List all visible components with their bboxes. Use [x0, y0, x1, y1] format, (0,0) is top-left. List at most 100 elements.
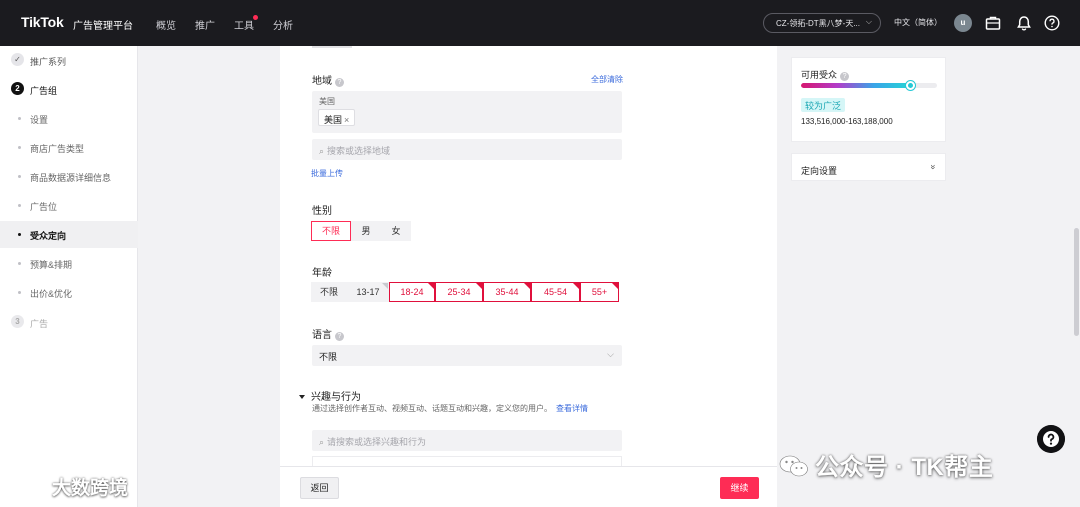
- age-option-label: 25-34: [447, 287, 471, 297]
- interests-search-input[interactable]: ⌕ 请搜索或选择兴趣和行为: [312, 430, 622, 451]
- double-chevron-down-icon: »: [928, 164, 939, 170]
- wechat-icon: [779, 455, 808, 477]
- sidebar-item-ad-group[interactable]: 2 广告组: [0, 76, 138, 103]
- sidebar-item-campaign[interactable]: ✓ 推广系列: [0, 47, 138, 74]
- sidebar-item-label: 推广系列: [30, 57, 67, 67]
- form-footer: 返回 继续: [280, 466, 777, 507]
- targeting-form: 地域? 全部清除 美国 美国 × ⌕ 搜索或选择地域 批量上传 性别 不限 男 女 …: [280, 46, 777, 466]
- language-label: 语言?: [312, 326, 344, 341]
- corner-check-icon: [428, 283, 434, 289]
- help-icon[interactable]: [1043, 14, 1061, 32]
- sidebar-item-label: 出价&优化: [30, 289, 73, 299]
- sidebar-item-label: 广告组: [30, 86, 58, 96]
- watermark-left-text: 大数跨境: [52, 478, 129, 499]
- audience-range: 133,516,000-163,188,000: [801, 117, 893, 126]
- bullet-icon: [18, 117, 21, 120]
- gender-option-female[interactable]: 女: [381, 221, 411, 241]
- corner-check-icon: [524, 283, 530, 289]
- back-button[interactable]: 返回: [300, 477, 339, 499]
- step-complete-check-icon: ✓: [11, 53, 24, 66]
- sidebar-item-shop-ads-type[interactable]: 商店广告类型: [0, 134, 138, 161]
- age-option-25-34[interactable]: 25-34: [435, 282, 483, 302]
- nav-promote[interactable]: 推广: [195, 17, 215, 32]
- age-option-label: 55+: [591, 287, 608, 297]
- info-icon[interactable]: ?: [840, 72, 850, 81]
- gender-label: 性别: [312, 206, 332, 217]
- corner-check-icon: [476, 283, 482, 289]
- audience-meter: [801, 83, 937, 88]
- watermark-right-text: 公众号 · TK帮主: [815, 454, 994, 481]
- continue-button[interactable]: 继续: [720, 477, 759, 499]
- age-option-55-plus[interactable]: 55+: [580, 282, 619, 302]
- account-selector[interactable]: CZ-领拓-DT黑八梦-天... ⌵: [763, 13, 881, 33]
- sidebar-item-ad[interactable]: 3 广告: [0, 309, 138, 336]
- language-select[interactable]: 不限 ⌵: [312, 345, 622, 366]
- bullet-icon: [18, 262, 21, 265]
- gender-option-male[interactable]: 男: [351, 221, 381, 241]
- interests-section-toggle[interactable]: 兴趣与行为: [299, 388, 361, 403]
- age-option-13-17[interactable]: 13-17: [347, 282, 389, 302]
- sidebar-item-label: 设置: [30, 115, 49, 125]
- clear-all-link[interactable]: 全部清除: [591, 74, 623, 85]
- corner-mark-icon: [382, 283, 388, 289]
- sidebar-item-budget-schedule[interactable]: 预算&排期: [0, 250, 138, 277]
- age-label: 年龄: [312, 268, 332, 279]
- gender-option-any[interactable]: 不限: [311, 221, 351, 241]
- age-option-45-54[interactable]: 45-54: [531, 282, 580, 302]
- interests-list-box: [312, 456, 622, 466]
- view-details-link[interactable]: 查看详情: [556, 404, 588, 413]
- remove-tag-icon[interactable]: ×: [344, 115, 349, 125]
- nav-overview[interactable]: 概览: [156, 17, 176, 32]
- region-tag: 美国 ×: [318, 109, 356, 126]
- interests-description-text: 通过选择创作者互动、视频互动、话题互动和兴趣，定义您的用户。: [312, 404, 552, 413]
- selected-regions-box: 美国 美国 ×: [312, 91, 622, 133]
- gender-selector: 不限 男 女: [311, 221, 411, 241]
- briefcase-icon[interactable]: [984, 14, 1002, 32]
- bullet-icon: [18, 175, 21, 178]
- help-button[interactable]: [1037, 425, 1065, 453]
- avatar[interactable]: u: [954, 14, 972, 32]
- bulk-upload-link[interactable]: 批量上传: [311, 168, 343, 179]
- region-search-input[interactable]: ⌕ 搜索或选择地域: [312, 139, 622, 160]
- page-scrollbar[interactable]: [1074, 228, 1079, 336]
- audience-meter-indicator: [905, 81, 915, 90]
- age-option-18-24[interactable]: 18-24: [389, 282, 435, 302]
- bullet-icon: [18, 146, 21, 149]
- language-select-value: 不限: [319, 352, 338, 362]
- info-icon[interactable]: ?: [335, 78, 344, 87]
- nav-analytics[interactable]: 分析: [273, 17, 293, 32]
- age-option-35-44[interactable]: 35-44: [483, 282, 531, 302]
- bell-icon[interactable]: [1015, 14, 1033, 32]
- interests-search-placeholder: 请搜索或选择兴趣和行为: [327, 437, 427, 447]
- nav-tools[interactable]: 工具: [234, 17, 254, 32]
- sidebar-item-placement[interactable]: 广告位: [0, 192, 138, 219]
- age-selector: 不限 13-17 18-24 25-34 35-44 45-54 55+: [311, 282, 619, 302]
- sidebar-item-label: 预算&排期: [30, 260, 73, 270]
- search-icon: ⌕: [319, 146, 325, 156]
- age-option-any[interactable]: 不限: [311, 282, 347, 302]
- targeting-settings-title: 定向设置: [801, 166, 838, 176]
- audience-breadth-badge: 较为广泛: [801, 98, 846, 112]
- tiktok-logo[interactable]: TikTok: [21, 14, 64, 30]
- watermark-wechat: 公众号 · TK帮主: [779, 447, 993, 482]
- audience-title: 可用受众?: [801, 68, 850, 81]
- sidebar-item-bidding[interactable]: 出价&优化: [0, 279, 138, 306]
- targeting-settings-card[interactable]: 定向设置 »: [791, 153, 946, 181]
- bullet-icon: [18, 233, 21, 236]
- region-tag-label: 美国: [324, 115, 343, 125]
- language-switcher[interactable]: 中文（简体）: [894, 17, 942, 28]
- step-number-icon: 3: [11, 315, 24, 328]
- sidebar-item-catalog-details[interactable]: 商品数据源详细信息: [0, 163, 138, 190]
- audience-size-card: 可用受众? 较为广泛 133,516,000-163,188,000: [791, 57, 946, 142]
- sidebar-item-targeting[interactable]: 受众定向: [0, 221, 138, 248]
- sidebar-item-label: 广告位: [30, 202, 58, 212]
- sidebar-item-settings[interactable]: 设置: [0, 105, 138, 132]
- search-icon: ⌕: [319, 437, 325, 447]
- chevron-down-icon: ⌵: [607, 349, 614, 359]
- chevron-down-icon: ⌵: [865, 17, 872, 26]
- audience-meter-fill: [801, 83, 910, 88]
- account-name: CZ-领拓-DT黑八梦-天...: [776, 19, 860, 28]
- clipped-heading: [312, 46, 352, 48]
- age-option-label: 13-17: [356, 287, 380, 297]
- info-icon[interactable]: ?: [335, 332, 344, 341]
